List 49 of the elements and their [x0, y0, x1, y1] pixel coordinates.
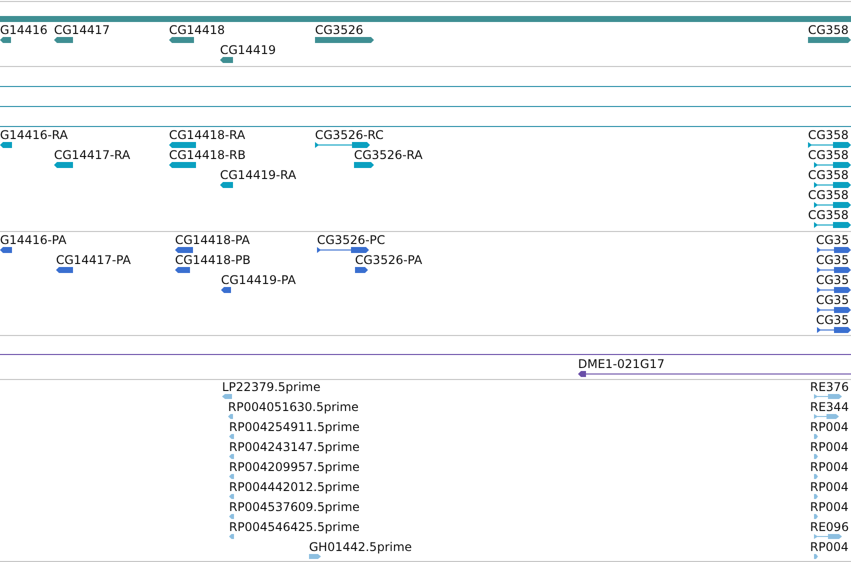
feature-label: CG3526-RC [315, 128, 384, 142]
feature-label: CG14419 [220, 43, 276, 57]
feature-label: RP004 [810, 420, 848, 434]
feature-label: CG3526-PA [355, 253, 422, 267]
feature-label: RP004051630.5prime [228, 400, 359, 414]
feature-label: G14416 [0, 23, 48, 37]
feature-label: RP004537609.5prime [229, 500, 360, 514]
feature-label: RE376 [810, 380, 849, 394]
feature-label: CG358 [808, 148, 849, 162]
feature-label: CG358 [808, 23, 849, 37]
feature-label: CG35 [816, 273, 849, 287]
feature-label: CG35 [816, 293, 849, 307]
feature-label: CG14418-PA [175, 233, 250, 247]
feature-label: G14416-PA [0, 233, 66, 247]
feature-label: CG14419-RA [220, 168, 296, 182]
feature-label: LP22379.5prime [222, 380, 321, 394]
feature-label: RP004254911.5prime [229, 420, 360, 434]
feature-label: CG14419-PA [221, 273, 296, 287]
feature-label: CG3526-RA [354, 148, 423, 162]
feature-label: CG14418-RB [169, 148, 246, 162]
feature-label: CG14417-RA [54, 148, 130, 162]
feature-label: CG358 [808, 168, 849, 182]
feature-label: RP004442012.5prime [229, 480, 360, 494]
feature-label: DME1-021G17 [578, 357, 665, 371]
feature-label: CG358 [808, 208, 849, 222]
feature-label: RE096 [810, 520, 849, 534]
feature-label: CG35 [816, 253, 849, 267]
feature-label: CG358 [808, 128, 849, 142]
feature-label: RP004 [810, 440, 848, 454]
feature-label: CG3526-PC [317, 233, 386, 247]
feature-label: CG14418-PB [175, 253, 251, 267]
feature-label: RP004209957.5prime [229, 460, 360, 474]
feature-label: G14416-RA [0, 128, 68, 142]
feature-label: RE344 [810, 400, 849, 414]
feature-label: CG14417-PA [56, 253, 131, 267]
feature-label: CG14418-RA [169, 128, 246, 142]
feature-label: RP004546425.5prime [229, 520, 360, 534]
feature-label: RP004 [810, 460, 848, 474]
feature-label: RP004 [810, 500, 848, 514]
feature-label: CG358 [808, 188, 849, 202]
feature-label: CG35 [816, 233, 849, 247]
feature-label: RP004 [810, 480, 848, 494]
feature-label: CG3526 [315, 23, 364, 37]
feature-label: RP004243147.5prime [229, 440, 360, 454]
feature-label: CG35 [816, 313, 849, 327]
feature-label: CG14418 [169, 23, 225, 37]
feature-label: GH01442.5prime [309, 540, 412, 554]
feature-label: CG14417 [54, 23, 110, 37]
feature-label: RP004 [810, 540, 848, 554]
